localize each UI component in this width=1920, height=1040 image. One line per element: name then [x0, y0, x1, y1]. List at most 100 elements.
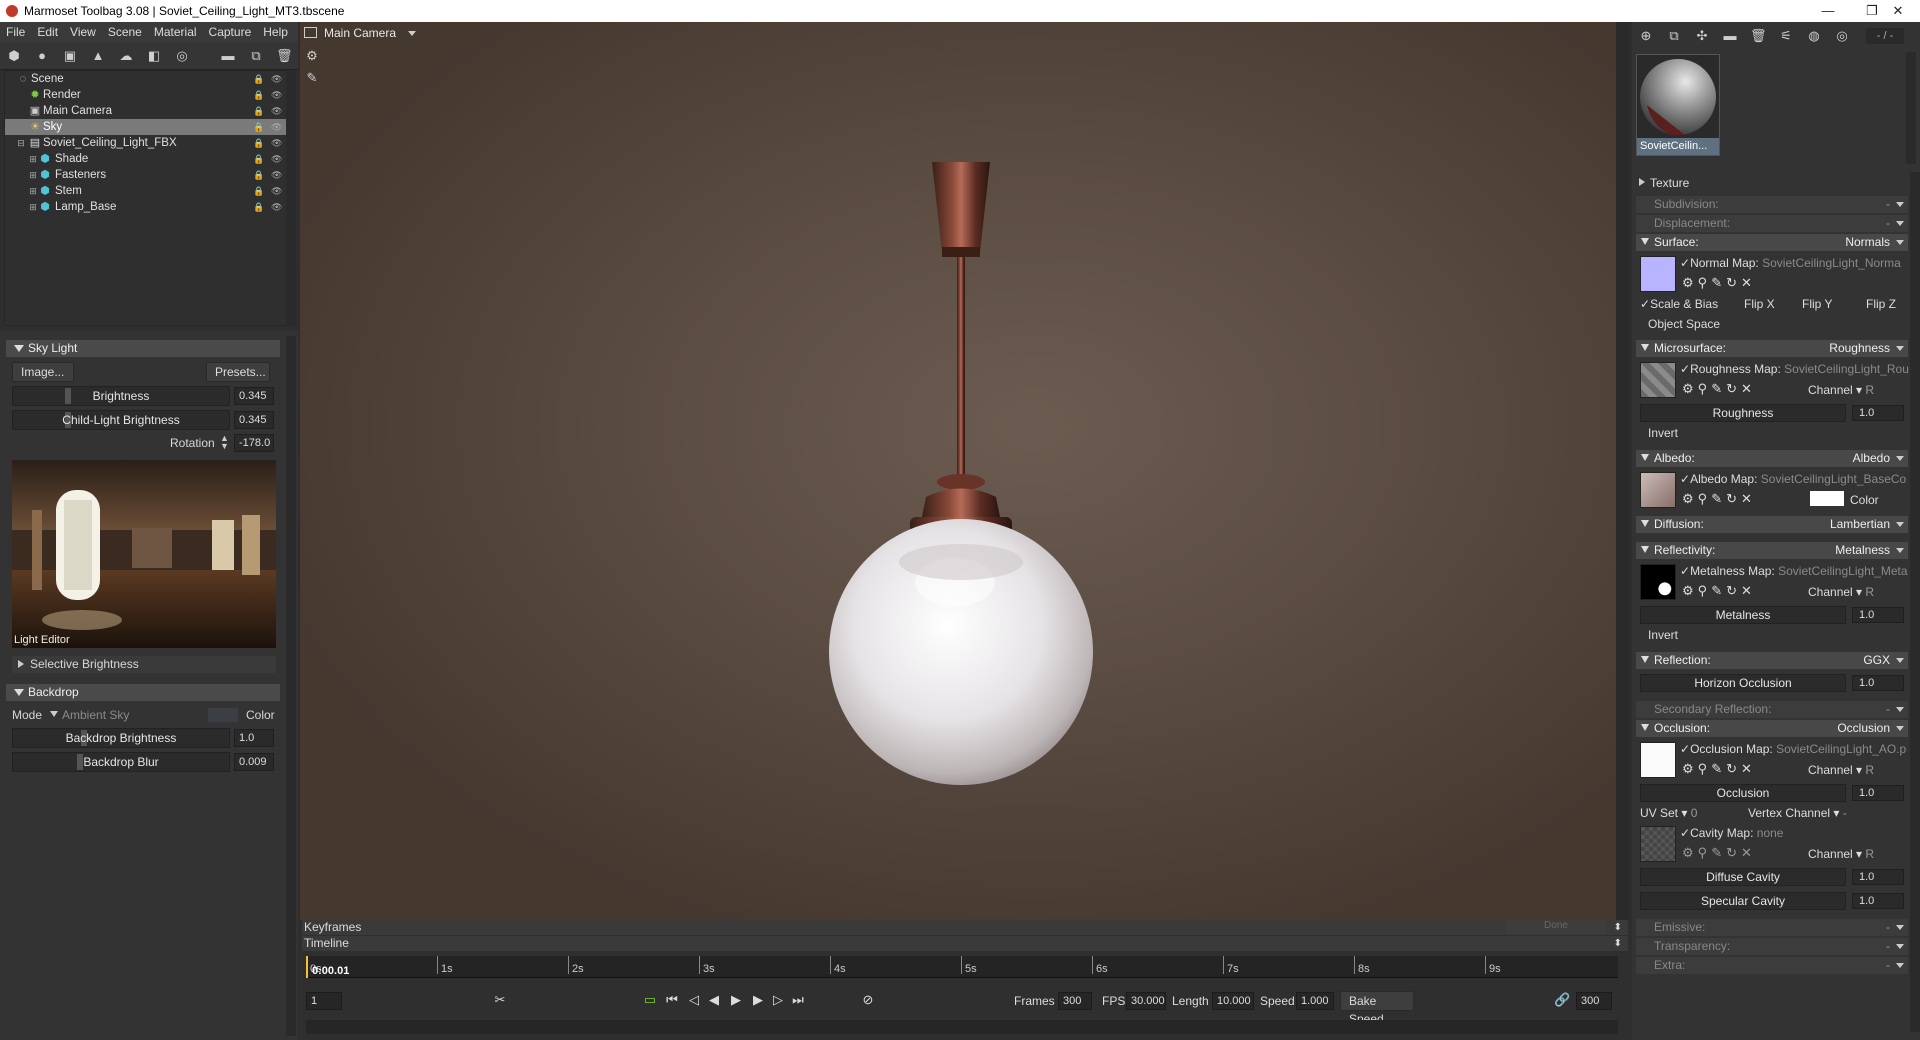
roughness-slider[interactable]: Roughness: [1640, 404, 1846, 422]
occlusion-header[interactable]: Occlusion: Occlusion: [1636, 720, 1908, 737]
horizon-occlusion-value[interactable]: 1.0: [1852, 675, 1904, 691]
skip-end-icon[interactable]: ⏭: [790, 992, 806, 1008]
rotation-value[interactable]: -178.0: [234, 434, 274, 452]
flip-x-checkbox[interactable]: Flip X: [1736, 297, 1775, 311]
delete-material-icon[interactable]: 🗑: [1750, 28, 1767, 44]
import-folder-icon[interactable]: ▬: [220, 48, 236, 64]
add-turntable-icon[interactable]: ◧: [146, 48, 162, 64]
occlusion-map-thumbnail[interactable]: [1640, 742, 1676, 778]
tree-item-fasteners[interactable]: ⊞ ⬢ Fasteners 🔒 👁: [5, 167, 287, 183]
reflection-header[interactable]: Reflection: GGX: [1636, 652, 1908, 669]
folder-icon[interactable]: ▬: [1722, 28, 1738, 44]
sky-light-header[interactable]: Sky Light: [6, 340, 280, 357]
material-thumbnail[interactable]: SovietCeilin...: [1636, 54, 1720, 156]
eye-icon[interactable]: 👁: [271, 186, 282, 196]
skip-start-icon[interactable]: ⏮: [664, 992, 680, 1008]
cavity-map-row[interactable]: ✓Cavity Map: none: [1680, 826, 1912, 840]
expand-icon[interactable]: ⊞: [27, 169, 39, 181]
search-icon[interactable]: ⚲: [1698, 491, 1712, 506]
close-icon[interactable]: ✕: [1741, 491, 1756, 506]
child-brightness-slider[interactable]: Child-Light Brightness: [12, 410, 230, 430]
edit-icon[interactable]: ✎: [1711, 381, 1726, 396]
close-icon[interactable]: ✕: [1741, 845, 1756, 860]
expand-icon[interactable]: ⊞: [27, 185, 39, 197]
diffusion-header[interactable]: Diffusion: Lambertian: [1636, 516, 1908, 533]
mode-value[interactable]: Ambient Sky: [62, 708, 129, 722]
flip-y-checkbox[interactable]: Flip Y: [1794, 297, 1832, 311]
backdrop-brightness-slider[interactable]: Backdrop Brightness: [12, 728, 230, 748]
tree-item-fbx[interactable]: ⊟ ▤ Soviet_Ceiling_Light_FBX 🔒 👁: [5, 135, 287, 151]
edit-icon[interactable]: ✎: [1711, 583, 1726, 598]
close-icon[interactable]: ✕: [1876, 0, 1920, 22]
add-camera-icon[interactable]: ▣: [62, 48, 78, 64]
diffuse-cavity-value[interactable]: 1.0: [1852, 869, 1904, 885]
link-icon[interactable]: 🔗: [1554, 992, 1570, 1008]
secondary-reflection-header[interactable]: Secondary Reflection: -: [1636, 701, 1908, 718]
eye-icon[interactable]: 👁: [271, 138, 282, 148]
gear-icon[interactable]: ⚙: [1682, 583, 1698, 598]
microsurface-header[interactable]: Microsurface: Roughness: [1636, 340, 1908, 357]
child-brightness-value[interactable]: 0.345: [234, 411, 274, 429]
occlusion-slider[interactable]: Occlusion: [1640, 784, 1846, 802]
keyframes-header[interactable]: Keyframes ⬍: [302, 920, 1628, 935]
menu-edit[interactable]: Edit: [31, 25, 64, 39]
expand-icon[interactable]: ⊞: [27, 201, 39, 213]
sphere-preview-icon[interactable]: ◍: [1806, 28, 1822, 44]
reload-icon[interactable]: ↻: [1726, 275, 1741, 290]
tree-item-sky[interactable]: ☀ Sky 🔒 👁: [5, 119, 287, 135]
roughness-invert-checkbox[interactable]: Invert: [1640, 426, 1678, 440]
search-icon[interactable]: ⚲: [1698, 381, 1712, 396]
lock-icon[interactable]: 🔒: [253, 138, 264, 148]
reload-icon[interactable]: ↻: [1726, 845, 1741, 860]
presets-button[interactable]: Presets...: [206, 362, 270, 382]
reflectivity-header[interactable]: Reflectivity: Metalness: [1636, 542, 1908, 559]
metalness-map-file[interactable]: SovietCeilingLight_Meta: [1778, 564, 1907, 578]
texture-section[interactable]: Texture: [1636, 176, 1689, 190]
gear-icon[interactable]: ⚙: [304, 48, 320, 64]
viewport-scrollbar[interactable]: [1616, 22, 1630, 920]
menu-capture[interactable]: Capture: [203, 25, 258, 39]
gear-icon[interactable]: ⚙: [1682, 491, 1698, 506]
step-forward-icon[interactable]: ▶: [750, 992, 766, 1008]
albedo-color-swatch[interactable]: [1810, 491, 1844, 506]
albedo-map-thumbnail[interactable]: [1640, 472, 1676, 508]
diffuse-cavity-slider[interactable]: Diffuse Cavity: [1640, 868, 1846, 886]
occlusion-map-file[interactable]: SovietCeilingLight_AO.p: [1776, 742, 1906, 756]
new-material-icon[interactable]: ⊕: [1638, 28, 1654, 44]
displacement-header[interactable]: Displacement: -: [1636, 215, 1908, 232]
flip-z-checkbox[interactable]: Flip Z: [1858, 297, 1896, 311]
surface-header[interactable]: Surface: Normals: [1636, 234, 1908, 251]
timeline-scroll[interactable]: [306, 1020, 1618, 1034]
backdrop-blur-slider[interactable]: Backdrop Blur: [12, 752, 230, 772]
close-icon[interactable]: ✕: [1741, 275, 1756, 290]
search-icon[interactable]: ⚲: [1698, 761, 1712, 776]
albedo-map-file[interactable]: SovietCeilingLight_BaseCo: [1761, 472, 1906, 486]
albedo-value[interactable]: Albedo: [1853, 450, 1890, 467]
cavity-channel-select[interactable]: Channel ▾ R: [1808, 847, 1874, 861]
tree-item-scene[interactable]: ◌ Scene 🔒 👁: [5, 71, 287, 87]
playhead[interactable]: [306, 956, 308, 978]
material-picker-icon[interactable]: ✣: [1694, 28, 1710, 44]
tree-item-render[interactable]: ✹ Render 🔒 👁: [5, 87, 287, 103]
delete-icon[interactable]: 🗑: [276, 48, 293, 64]
roughness-channel-select[interactable]: Channel ▾ R: [1808, 383, 1874, 397]
metalness-invert-checkbox[interactable]: Invert: [1640, 628, 1678, 642]
close-icon[interactable]: ✕: [1741, 583, 1756, 598]
gear-icon[interactable]: ⚙: [1682, 761, 1698, 776]
search-icon[interactable]: ⚲: [1698, 275, 1712, 290]
reload-icon[interactable]: ↻: [1726, 491, 1741, 506]
lock-icon[interactable]: 🔒: [253, 170, 264, 180]
eye-icon[interactable]: 👁: [271, 106, 282, 116]
tree-item-main-camera[interactable]: ▣ Main Camera 🔒 👁: [5, 103, 287, 119]
expand-icon[interactable]: ⊞: [27, 153, 39, 165]
clock-icon[interactable]: ⊘: [860, 992, 876, 1008]
metalness-slider[interactable]: Metalness: [1640, 606, 1846, 624]
tree-item-shade[interactable]: ⊞ ⬢ Shade 🔒 👁: [5, 151, 287, 167]
brush-icon[interactable]: ✎: [304, 70, 320, 86]
microsurface-value[interactable]: Roughness: [1829, 340, 1890, 357]
search-icon[interactable]: ⚲: [1698, 845, 1712, 860]
normal-map-file[interactable]: SovietCeilingLight_Norma: [1762, 256, 1901, 270]
add-light-icon[interactable]: ●: [34, 48, 50, 64]
menu-scene[interactable]: Scene: [102, 25, 148, 39]
metalness-map-row[interactable]: ✓Metalness Map: SovietCeilingLight_Meta: [1680, 564, 1912, 578]
